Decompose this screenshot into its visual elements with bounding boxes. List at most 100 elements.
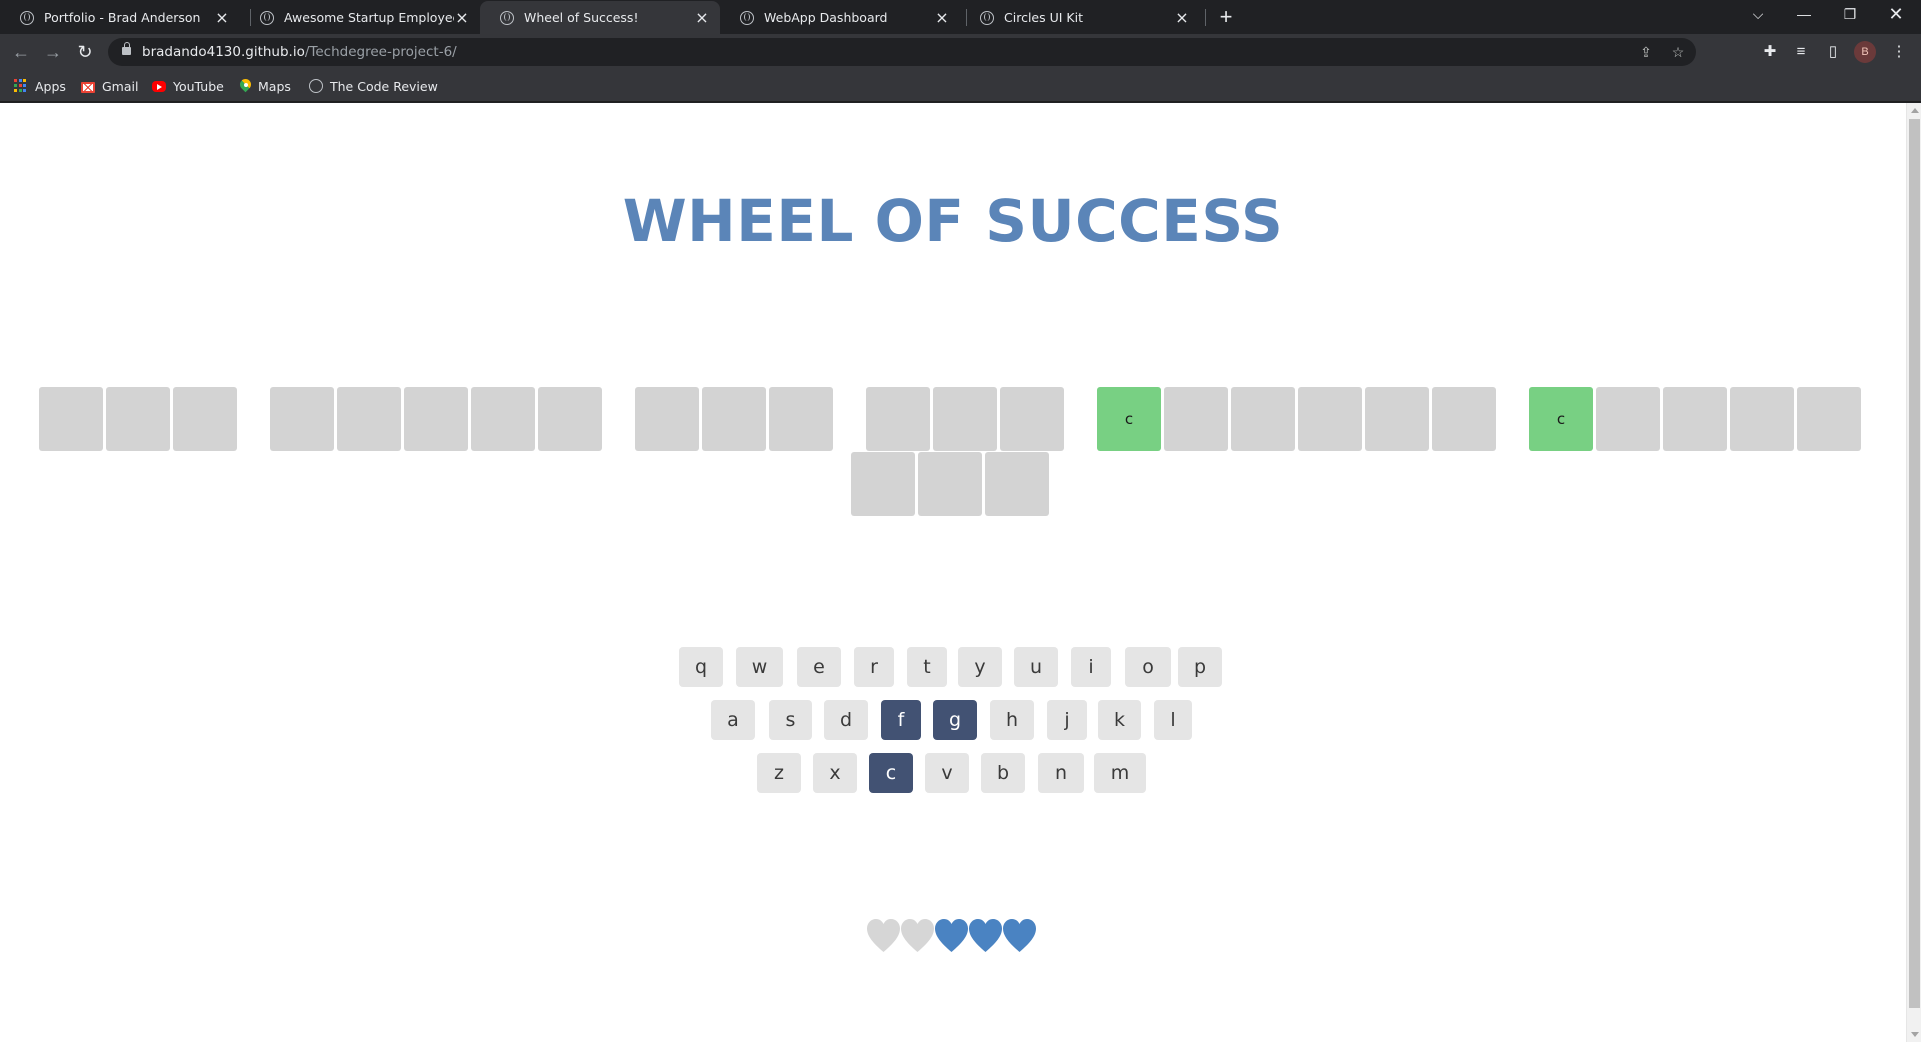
tab-portfolio[interactable]: Portfolio - Brad Anderson ×	[0, 1, 240, 34]
bookmark-code-review[interactable]: The Code Review	[309, 77, 438, 95]
hidden-letter-tile	[471, 387, 535, 451]
reload-button[interactable]: ↻	[70, 37, 100, 67]
hidden-letter-tile	[1000, 387, 1064, 451]
key-r-button[interactable]: r	[854, 647, 894, 687]
globe-icon	[309, 79, 323, 93]
tab-search-button[interactable]: ⌵	[1735, 0, 1781, 30]
forward-button[interactable]: →	[38, 37, 68, 67]
bookmark-label: The Code Review	[330, 78, 438, 94]
key-e-button[interactable]: e	[797, 647, 841, 687]
key-m-button[interactable]: m	[1094, 753, 1146, 793]
scroll-up-arrow-icon[interactable]	[1911, 108, 1919, 113]
hidden-letter-tile	[1730, 387, 1794, 451]
browser-toolbar: ← → ↻ bradando4130.github.io/Techdegree-…	[0, 34, 1921, 70]
key-y-button[interactable]: y	[958, 647, 1002, 687]
profile-avatar[interactable]: B	[1854, 41, 1876, 63]
new-tab-button[interactable]: +	[1213, 4, 1239, 30]
bookmarks-bar: Apps Gmail YouTube Maps The Code Review	[0, 70, 1921, 102]
tab-title: Circles UI Kit	[1004, 10, 1083, 25]
close-icon[interactable]: ×	[934, 9, 950, 26]
bookmark-maps[interactable]: Maps	[240, 77, 291, 95]
key-o-button[interactable]: o	[1125, 647, 1171, 687]
tab-title: Portfolio - Brad Anderson	[44, 10, 201, 25]
live-heart-icon	[1003, 919, 1036, 952]
gmail-icon	[81, 81, 95, 93]
hidden-letter-tile	[1365, 387, 1429, 451]
key-v-button[interactable]: v	[925, 753, 969, 793]
address-bar[interactable]: bradando4130.github.io/Techdegree-projec…	[108, 38, 1696, 66]
tab-separator	[1205, 9, 1206, 26]
key-d-button[interactable]: d	[824, 700, 868, 740]
key-t-button[interactable]: t	[907, 647, 947, 687]
youtube-icon	[152, 81, 166, 92]
scroll-down-arrow-icon[interactable]	[1911, 1032, 1919, 1037]
key-z-button[interactable]: z	[757, 753, 801, 793]
key-p-button[interactable]: p	[1178, 647, 1222, 687]
globe-icon	[740, 10, 754, 25]
key-c-button[interactable]: c	[869, 753, 913, 793]
lock-icon	[122, 42, 131, 55]
close-icon[interactable]: ×	[694, 9, 710, 26]
tab-employee-directory[interactable]: Awesome Startup Employee Dire ×	[240, 1, 480, 34]
key-u-button[interactable]: u	[1014, 647, 1058, 687]
close-icon[interactable]: ×	[214, 9, 230, 26]
key-s-button[interactable]: s	[769, 700, 812, 740]
side-panel-icon[interactable]: ▯	[1820, 39, 1846, 65]
bookmark-youtube[interactable]: YouTube	[152, 77, 224, 95]
close-icon[interactable]: ×	[454, 9, 470, 26]
maps-icon	[240, 79, 251, 93]
back-button[interactable]: ←	[6, 37, 36, 67]
key-f-button[interactable]: f	[881, 700, 921, 740]
bookmark-label: Apps	[35, 78, 66, 94]
hidden-letter-tile	[985, 452, 1049, 516]
key-w-button[interactable]: w	[736, 647, 783, 687]
key-j-button[interactable]: j	[1047, 700, 1087, 740]
key-a-button[interactable]: a	[711, 700, 755, 740]
hidden-letter-tile	[337, 387, 401, 451]
key-h-button[interactable]: h	[990, 700, 1034, 740]
url-host: bradando4130.github.io	[142, 44, 305, 60]
share-icon[interactable]: ⇪	[1636, 42, 1656, 62]
hidden-letter-tile	[1298, 387, 1362, 451]
page-viewport: WHEEL OF SUCCESS c c qwertyuiop asdfghjkl z…	[0, 103, 1921, 1042]
key-l-button[interactable]: l	[1154, 700, 1192, 740]
hidden-letter-tile	[635, 387, 699, 451]
menu-icon[interactable]: ⋮	[1886, 39, 1912, 65]
close-icon[interactable]: ×	[1174, 9, 1190, 26]
hidden-letter-tile	[918, 452, 982, 516]
tab-wheel-of-success[interactable]: Wheel of Success! ×	[480, 1, 720, 34]
key-g-button[interactable]: g	[933, 700, 977, 740]
bookmark-label: Gmail	[102, 78, 139, 94]
hidden-letter-tile	[270, 387, 334, 451]
hidden-letter-tile	[933, 387, 997, 451]
extensions-icon[interactable]: ✚	[1757, 39, 1783, 65]
tab-webapp-dashboard[interactable]: WebApp Dashboard ×	[720, 1, 960, 34]
hidden-letter-tile	[866, 387, 930, 451]
hidden-letter-tile	[39, 387, 103, 451]
key-q-button[interactable]: q	[679, 647, 723, 687]
hidden-letter-tile	[1164, 387, 1228, 451]
key-n-button[interactable]: n	[1038, 753, 1084, 793]
hidden-letter-tile	[851, 452, 915, 516]
key-b-button[interactable]: b	[981, 753, 1025, 793]
window-close-button[interactable]: ✕	[1873, 0, 1919, 30]
restore-button[interactable]: ❐	[1827, 0, 1873, 30]
tab-strip: Portfolio - Brad Anderson × Awesome Star…	[0, 0, 1921, 34]
tab-circles-ui-kit[interactable]: Circles UI Kit ×	[960, 1, 1200, 34]
bookmark-label: YouTube	[173, 78, 224, 94]
key-k-button[interactable]: k	[1098, 700, 1141, 740]
bookmark-gmail[interactable]: Gmail	[81, 77, 138, 95]
bookmark-apps[interactable]: Apps	[14, 77, 66, 95]
hidden-letter-tile	[173, 387, 237, 451]
key-i-button[interactable]: i	[1071, 647, 1111, 687]
url-path: /Techdegree-project-6/	[304, 44, 457, 60]
minimize-button[interactable]: —	[1781, 0, 1827, 30]
scrollbar[interactable]	[1906, 103, 1921, 1042]
live-heart-icon	[969, 919, 1002, 952]
scroll-thumb[interactable]	[1909, 119, 1920, 1008]
reading-list-icon[interactable]: ≡	[1788, 39, 1814, 65]
bookmark-star-icon[interactable]: ☆	[1668, 42, 1688, 62]
hidden-letter-tile	[1663, 387, 1727, 451]
key-x-button[interactable]: x	[813, 753, 857, 793]
page-title: WHEEL OF SUCCESS	[622, 187, 1284, 255]
